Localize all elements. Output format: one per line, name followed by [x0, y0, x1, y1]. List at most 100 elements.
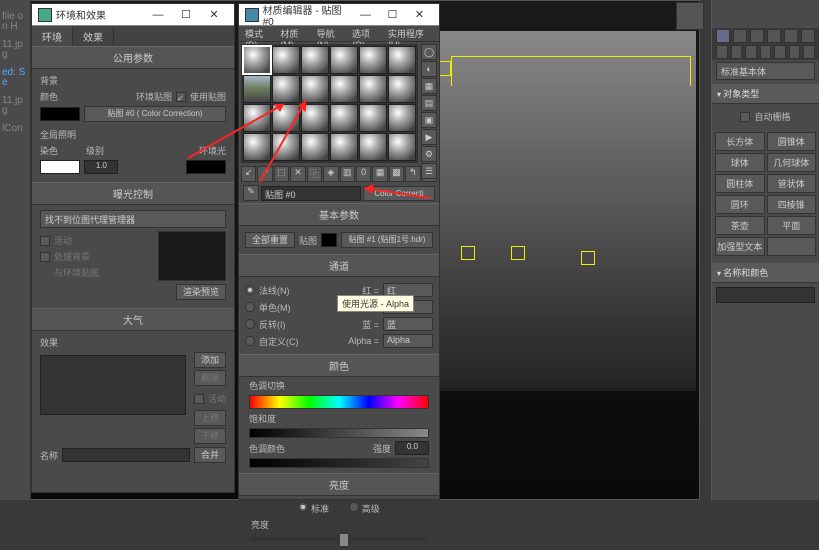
cameras-icon[interactable] — [760, 45, 772, 59]
backlight-icon[interactable]: ◐ — [421, 61, 437, 77]
menu-modes[interactable]: 模式(D) — [242, 26, 276, 41]
merge-button[interactable]: 合并 — [194, 447, 226, 463]
autogrid-checkbox[interactable] — [740, 112, 750, 122]
menu-material[interactable]: 材质(M) — [277, 26, 312, 41]
show-map-icon[interactable]: ▦ — [372, 166, 387, 182]
material-type-button[interactable]: Color Correcti — [363, 186, 435, 201]
material-slot[interactable] — [243, 75, 271, 103]
rollout-atmosphere[interactable]: 大气 — [32, 308, 234, 331]
level-spinner[interactable]: 1.0 — [84, 160, 118, 174]
material-slot[interactable] — [301, 133, 329, 161]
material-slot[interactable] — [330, 75, 358, 103]
active-checkbox[interactable] — [40, 236, 50, 246]
material-slot[interactable] — [301, 104, 329, 132]
file-thumb[interactable]: 11.jpg — [2, 96, 28, 116]
geosphere-button[interactable]: 几何球体 — [767, 153, 817, 172]
modify-tab-icon[interactable] — [733, 29, 747, 43]
rollout-color[interactable]: 颜色 — [239, 354, 439, 377]
material-slot[interactable] — [388, 133, 416, 161]
minimize-button[interactable]: — — [144, 5, 172, 25]
material-slot[interactable] — [388, 75, 416, 103]
bg-color-swatch[interactable] — [40, 107, 80, 121]
rollout-common-params[interactable]: 公用参数 — [32, 46, 234, 69]
effects-list[interactable] — [40, 355, 186, 415]
render-preview-button[interactable]: 渲染预览 — [176, 284, 226, 300]
display-tab-icon[interactable] — [784, 29, 798, 43]
window-titlebar[interactable]: 环境和效果 — ☐ ✕ — [32, 4, 234, 26]
mono-radio[interactable] — [245, 302, 255, 312]
material-slot[interactable] — [359, 46, 387, 74]
map-color-swatch[interactable] — [321, 233, 337, 247]
strength-spinner[interactable]: 0.0 — [395, 441, 429, 455]
sphere-button[interactable]: 球体 — [715, 153, 765, 172]
box-button[interactable]: 长方体 — [715, 132, 765, 151]
effect-active-checkbox[interactable] — [194, 394, 204, 404]
moveup-button[interactable]: 上移 — [194, 410, 226, 426]
cone-button[interactable]: 圆锥体 — [767, 132, 817, 151]
uv-tiling-icon[interactable]: ▤ — [421, 95, 437, 111]
menu-options[interactable]: 选项(O) — [349, 26, 384, 41]
tube-button[interactable]: 管状体 — [767, 174, 817, 193]
shapes-icon[interactable] — [731, 45, 743, 59]
plane-button[interactable]: 平面 — [767, 216, 817, 235]
category-dropdown[interactable]: 标准基本体 — [716, 62, 815, 80]
adv-radio[interactable] — [349, 502, 359, 512]
maximize-button[interactable]: ☐ — [379, 5, 406, 25]
preview-icon[interactable]: ▶ — [421, 129, 437, 145]
material-slot-0[interactable] — [243, 46, 271, 74]
systems-icon[interactable] — [803, 45, 815, 59]
minimize-button[interactable]: — — [352, 5, 379, 25]
put-library-icon[interactable]: ▥ — [340, 166, 355, 182]
reset-all-button[interactable]: 全部重置 — [245, 232, 295, 248]
material-name-field[interactable]: 贴图 #0 — [261, 186, 361, 201]
movedown-button[interactable]: 下移 — [194, 428, 226, 444]
create-tab-icon[interactable] — [716, 29, 730, 43]
tab-effects[interactable]: 效果 — [73, 26, 114, 46]
utilities-tab-icon[interactable] — [801, 29, 815, 43]
rollout-name-color[interactable]: 名称和颜色 — [712, 263, 819, 283]
hue-color-slider[interactable] — [249, 458, 429, 468]
tab-environment[interactable]: 环境 — [32, 26, 73, 46]
hue-slider[interactable] — [249, 395, 429, 409]
brightness-slider[interactable] — [251, 537, 427, 541]
select-icon[interactable]: ☰ — [421, 163, 437, 179]
material-slot[interactable] — [359, 133, 387, 161]
std-radio[interactable] — [298, 502, 308, 512]
material-slot[interactable] — [272, 46, 300, 74]
material-slot[interactable] — [388, 104, 416, 132]
show-end-icon[interactable]: ▩ — [389, 166, 404, 182]
ambient-swatch[interactable] — [186, 160, 226, 174]
file-thumb[interactable]: 11.jpg — [2, 40, 28, 60]
assign-icon[interactable]: ⬚ — [274, 166, 289, 182]
rollout-object-type[interactable]: 对象类型 — [712, 84, 819, 104]
go-parent-icon[interactable]: ↰ — [405, 166, 420, 182]
reset-icon[interactable]: ✕ — [290, 166, 305, 182]
material-slot[interactable] — [272, 75, 300, 103]
material-slot[interactable] — [359, 75, 387, 103]
close-button[interactable]: ✕ — [200, 5, 228, 25]
object-name-field[interactable] — [716, 287, 815, 303]
saturation-slider[interactable] — [249, 428, 429, 438]
video-check-icon[interactable]: ▣ — [421, 112, 437, 128]
window-titlebar[interactable]: 材质编辑器 - 贴图 #0 — ☐ ✕ — [239, 4, 439, 26]
lights-icon[interactable] — [745, 45, 757, 59]
envmap-button[interactable]: 贴图 #0 ( Color Correction) — [84, 106, 226, 122]
pyramid-button[interactable]: 四棱锥 — [767, 195, 817, 214]
close-button[interactable]: ✕ — [406, 5, 433, 25]
custom-radio[interactable] — [245, 336, 255, 346]
material-slot[interactable] — [330, 133, 358, 161]
material-slot[interactable] — [330, 104, 358, 132]
effect-name-field[interactable] — [62, 448, 190, 462]
use-map-checkbox[interactable] — [176, 92, 186, 102]
torus-button[interactable]: 圆环 — [715, 195, 765, 214]
helpers-icon[interactable] — [774, 45, 786, 59]
geometry-icon[interactable] — [716, 45, 728, 59]
hierarchy-tab-icon[interactable] — [750, 29, 764, 43]
maximize-button[interactable]: ☐ — [172, 5, 200, 25]
put-to-scene-icon[interactable]: ↗ — [257, 166, 272, 182]
material-slot[interactable] — [243, 133, 271, 161]
teapot-button[interactable]: 茶壶 — [715, 216, 765, 235]
exposure-dropdown[interactable]: 找不到位图代理管理器 — [40, 210, 226, 228]
a-dropdown[interactable]: Alpha — [383, 334, 433, 348]
rollout-basic[interactable]: 基本参数 — [239, 203, 439, 226]
